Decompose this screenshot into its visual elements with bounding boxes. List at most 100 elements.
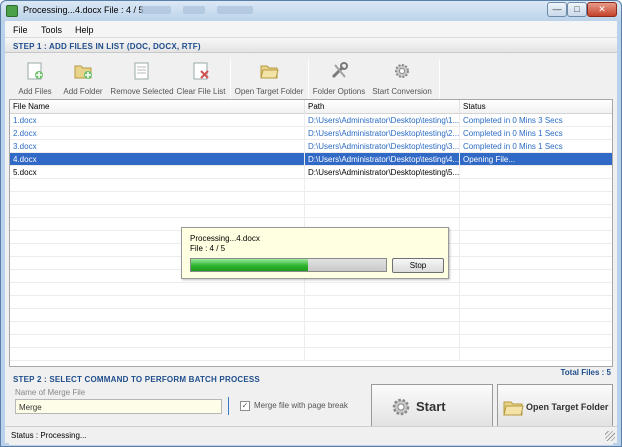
file-name-cell: 2.docx [10, 127, 305, 140]
status-cell: Completed in 0 Mins 1 Secs [463, 129, 563, 138]
empty-cell [460, 348, 612, 361]
add-files-icon [27, 62, 43, 80]
path-cell: D:\Users\Administrator\Desktop\testing\2… [305, 127, 460, 140]
file-name-cell: 5.docx [10, 166, 305, 179]
empty-row [10, 322, 612, 335]
progress-file-count: File : 4 / 5 [190, 244, 226, 253]
status-cell: Opening File... [463, 155, 516, 164]
empty-cell [460, 244, 612, 257]
maximize-button[interactable]: □ [567, 2, 587, 17]
status-cell: Completed in 0 Mins 1 Secs [463, 142, 563, 151]
empty-cell [305, 192, 460, 205]
empty-cell [10, 283, 305, 296]
status-cell [460, 166, 612, 179]
progress-bar [190, 258, 387, 272]
merge-file-label: Name of Merge File [15, 388, 86, 397]
merge-file-input[interactable]: Merge [15, 399, 222, 414]
window-title: Processing...4.docx File : 4 / 5 [23, 5, 144, 15]
table-row[interactable]: 5.docx D:\Users\Administrator\Desktop\tes… [10, 166, 612, 179]
merge-page-break-checkbox[interactable]: ✓ [240, 401, 250, 411]
empty-cell [460, 218, 612, 231]
empty-cell [10, 205, 305, 218]
start-conversion-label: Start Conversion [372, 87, 432, 96]
empty-cell [305, 348, 460, 361]
empty-cell [305, 309, 460, 322]
path-cell: D:\Users\Administrator\Desktop\testing\1… [305, 114, 460, 127]
close-button[interactable]: ✕ [587, 2, 617, 17]
title-ghost-3 [217, 6, 253, 14]
open-target-folder-label: Open Target Folder [526, 402, 609, 412]
splitter-line [228, 397, 229, 415]
open-target-folder-button[interactable]: Open Target Folder [497, 384, 613, 428]
empty-cell [460, 205, 612, 218]
remove-selected-icon [134, 62, 149, 80]
menu-file[interactable]: File [13, 25, 28, 35]
empty-cell [460, 322, 612, 335]
open-folder-icon [260, 65, 279, 79]
remove-selected-label: Remove Selected [110, 87, 174, 96]
add-folder-label: Add Folder [63, 87, 103, 96]
clear-list-icon [193, 62, 209, 80]
empty-row [10, 283, 612, 296]
column-file-name[interactable]: File Name [10, 100, 305, 114]
empty-cell [460, 283, 612, 296]
file-name-cell: 4.docx [10, 153, 305, 166]
file-name-cell: 3.docx [10, 140, 305, 153]
empty-cell [460, 231, 612, 244]
empty-cell [460, 335, 612, 348]
empty-cell [10, 348, 305, 361]
open-target-folder-icon [503, 401, 524, 416]
empty-cell [305, 205, 460, 218]
title-ghost-1 [141, 6, 171, 14]
open-target-folder-toolbar-label: Open Target Folder [234, 87, 304, 96]
resize-grip[interactable] [605, 431, 615, 441]
empty-cell [460, 270, 612, 283]
empty-cell [305, 296, 460, 309]
add-files-label: Add Files [18, 87, 52, 96]
title-ghost-2 [183, 6, 205, 14]
empty-cell [10, 179, 305, 192]
status-bar: Status : Processing... [5, 426, 617, 443]
menu-bar: File Tools Help [5, 21, 617, 38]
table-row[interactable]: 1.docx D:\Users\Administrator\Desktop\tes… [10, 114, 612, 127]
empty-row [10, 192, 612, 205]
menu-help[interactable]: Help [75, 25, 94, 35]
app-icon [6, 5, 18, 17]
empty-cell [305, 283, 460, 296]
tools-icon [331, 62, 348, 79]
minimize-button[interactable]: — [547, 2, 567, 17]
empty-row [10, 335, 612, 348]
progress-dialog: Processing...4.docx File : 4 / 5 Stop [181, 227, 449, 279]
gear-icon [395, 64, 409, 78]
empty-row [10, 348, 612, 361]
add-folder-icon [74, 65, 92, 79]
title-bar[interactable]: Processing...4.docx File : 4 / 5 — □ ✕ [1, 1, 621, 21]
empty-cell [460, 296, 612, 309]
empty-cell [10, 192, 305, 205]
client-area: File Tools Help STEP 1 : ADD FILES IN LI… [5, 21, 617, 445]
empty-cell [460, 257, 612, 270]
empty-cell [460, 179, 612, 192]
step1-header: STEP 1 : ADD FILES IN LIST (DOC, DOCX, R… [5, 38, 617, 53]
start-button[interactable]: Start [371, 384, 493, 428]
empty-row [10, 309, 612, 322]
merge-page-break-label[interactable]: Merge file with page break [254, 401, 348, 410]
empty-row [10, 296, 612, 309]
column-path[interactable]: Path [305, 100, 460, 114]
empty-cell [305, 179, 460, 192]
empty-row [10, 179, 612, 192]
table-row[interactable]: 3.docx D:\Users\Administrator\Desktop\tes… [10, 140, 612, 153]
path-cell: D:\Users\Administrator\Desktop\testing\4… [305, 153, 460, 166]
empty-cell [10, 309, 305, 322]
status-text: Status : Processing... [11, 431, 87, 440]
table-row[interactable]: 4.docx D:\Users\Administrator\Desktop\tes… [10, 153, 612, 166]
status-cell: Completed in 0 Mins 3 Secs [463, 116, 563, 125]
stop-button[interactable]: Stop [392, 258, 444, 273]
empty-cell [305, 322, 460, 335]
table-row[interactable]: 2.docx D:\Users\Administrator\Desktop\tes… [10, 127, 612, 140]
menu-tools[interactable]: Tools [41, 25, 62, 35]
progress-processing-text: Processing...4.docx [190, 234, 260, 243]
start-button-label: Start [416, 399, 446, 414]
empty-cell [460, 309, 612, 322]
column-status[interactable]: Status [460, 100, 612, 114]
